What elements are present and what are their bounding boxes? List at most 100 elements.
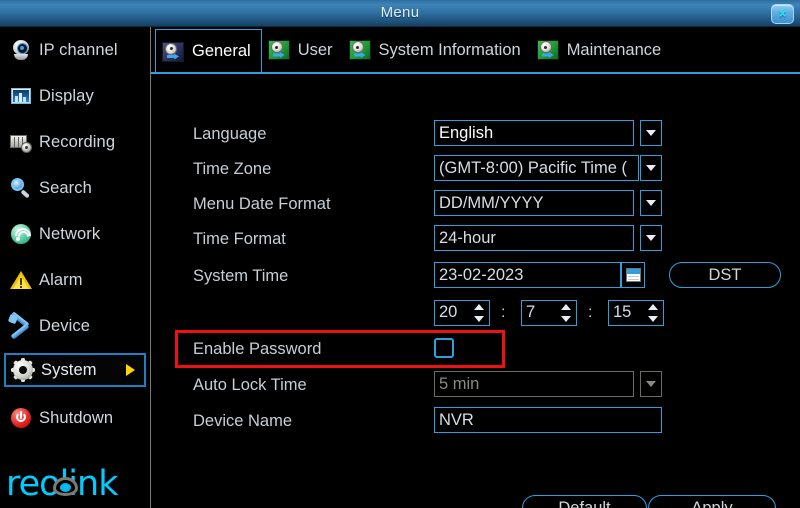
time-separator-1: : bbox=[501, 304, 506, 321]
time-zone-select[interactable]: (GMT-8:00) Pacific Time ( bbox=[434, 155, 639, 181]
tab-system-information[interactable]: System Information bbox=[343, 29, 531, 71]
second-decrement-icon[interactable] bbox=[648, 316, 658, 322]
sidebar-item-shutdown[interactable]: Shutdown bbox=[4, 401, 146, 435]
second-value: 15 bbox=[613, 303, 632, 321]
gear-icon bbox=[11, 358, 35, 382]
minute-stepper[interactable]: 7 bbox=[521, 300, 577, 326]
magnifier-icon bbox=[10, 177, 32, 199]
device-name-label: Device Name bbox=[193, 412, 293, 430]
row-device-name: Device Name NVR bbox=[151, 407, 800, 435]
sidebar-item-alarm[interactable]: Alarm bbox=[4, 263, 146, 297]
minute-value: 7 bbox=[526, 303, 536, 321]
gear-arrow-icon bbox=[348, 40, 371, 60]
sidebar-item-system[interactable]: System bbox=[4, 353, 146, 387]
auto-lock-time-select[interactable]: 5 min bbox=[434, 371, 634, 397]
default-button[interactable]: Default bbox=[522, 495, 647, 508]
tab-maintenance[interactable]: Maintenance bbox=[531, 29, 671, 71]
row-menu-date-format: Menu Date Format DD/MM/YYYY bbox=[151, 190, 800, 218]
power-icon bbox=[10, 407, 32, 429]
sidebar: IP channel Display Recording Search Netw bbox=[0, 27, 150, 508]
nvr-menu-window: Menu × IP channel Display Recording Sear… bbox=[0, 0, 800, 508]
ip-camera-icon bbox=[10, 39, 32, 61]
tab-label: Maintenance bbox=[566, 40, 662, 59]
menu-date-format-select[interactable]: DD/MM/YYYY bbox=[434, 190, 634, 216]
sidebar-item-display[interactable]: Display bbox=[4, 79, 146, 113]
camera-lens-icon bbox=[53, 477, 78, 496]
second-stepper[interactable]: 15 bbox=[608, 300, 664, 326]
sidebar-item-recording[interactable]: Recording bbox=[4, 125, 146, 159]
device-name-input[interactable]: NVR bbox=[434, 407, 662, 433]
general-settings-form: Language English Time Zone (GMT-8:00) Pa… bbox=[151, 75, 800, 508]
reolink-logo: reolink bbox=[6, 464, 146, 504]
sidebar-item-label: Alarm bbox=[39, 270, 83, 289]
gear-arrow-icon bbox=[536, 40, 559, 60]
auto-lock-time-dropdown-arrow[interactable] bbox=[640, 371, 662, 397]
hour-decrement-icon[interactable] bbox=[474, 316, 484, 322]
time-zone-dropdown-arrow[interactable] bbox=[640, 155, 662, 181]
content-panel: General User System Information Maintena… bbox=[151, 27, 800, 508]
menu-date-format-dropdown-arrow[interactable] bbox=[640, 190, 662, 216]
title-bar: Menu × bbox=[0, 0, 800, 27]
close-icon: × bbox=[778, 6, 787, 21]
hour-increment-icon[interactable] bbox=[474, 304, 484, 310]
menu-date-format-label: Menu Date Format bbox=[193, 195, 331, 213]
minute-decrement-icon[interactable] bbox=[561, 316, 571, 322]
time-format-dropdown-arrow[interactable] bbox=[640, 225, 662, 251]
sidebar-item-label: IP channel bbox=[39, 40, 118, 59]
row-enable-password: Enable Password bbox=[151, 335, 800, 363]
tab-general[interactable]: General bbox=[155, 29, 262, 73]
row-system-time: System Time 23-02-2023 DST bbox=[151, 262, 800, 290]
time-format-select[interactable]: 24-hour bbox=[434, 225, 634, 251]
sidebar-item-label: Network bbox=[39, 224, 101, 243]
language-label: Language bbox=[193, 125, 267, 143]
sidebar-item-network[interactable]: Network bbox=[4, 217, 146, 251]
hour-stepper[interactable]: 20 bbox=[434, 300, 490, 326]
tab-label: General bbox=[192, 42, 251, 60]
hour-value: 20 bbox=[439, 303, 458, 321]
sidebar-item-label: Shutdown bbox=[39, 408, 114, 427]
gear-arrow-icon bbox=[267, 40, 290, 60]
sidebar-item-label: Search bbox=[39, 178, 92, 197]
wrench-screwdriver-icon bbox=[7, 311, 32, 340]
system-time-input[interactable]: 23-02-2023 bbox=[434, 262, 621, 288]
time-separator-2: : bbox=[588, 304, 593, 321]
tab-user[interactable]: User bbox=[262, 29, 343, 71]
wifi-signal-icon bbox=[10, 223, 35, 248]
language-dropdown-arrow[interactable] bbox=[640, 120, 662, 146]
tab-bar: General User System Information Maintena… bbox=[155, 29, 671, 73]
sidebar-item-label: System bbox=[41, 360, 97, 379]
row-language: Language English bbox=[151, 120, 800, 148]
calendar-icon[interactable] bbox=[621, 262, 645, 288]
sidebar-item-label: Device bbox=[39, 316, 91, 335]
enable-password-label: Enable Password bbox=[193, 340, 322, 358]
row-time-spinners: 20 : 7 : 15 bbox=[151, 300, 800, 328]
second-increment-icon[interactable] bbox=[648, 304, 658, 310]
minute-increment-icon[interactable] bbox=[561, 304, 571, 310]
tab-label: User bbox=[297, 40, 333, 59]
recording-tape-icon bbox=[10, 131, 32, 153]
time-format-label: Time Format bbox=[193, 230, 286, 248]
row-time-format: Time Format 24-hour bbox=[151, 225, 800, 253]
sidebar-item-label: Display bbox=[39, 86, 94, 105]
tab-underline bbox=[151, 72, 800, 74]
dst-button[interactable]: DST bbox=[669, 262, 781, 288]
enable-password-checkbox[interactable] bbox=[434, 338, 454, 358]
system-time-label: System Time bbox=[193, 267, 289, 285]
sidebar-item-device[interactable]: Device bbox=[4, 309, 146, 343]
apply-button[interactable]: Apply bbox=[648, 495, 776, 508]
gear-arrow-icon bbox=[162, 41, 184, 62]
sidebar-item-search[interactable]: Search bbox=[4, 171, 146, 205]
auto-lock-time-label: Auto Lock Time bbox=[193, 376, 307, 394]
sidebar-item-ip-channel[interactable]: IP channel bbox=[4, 33, 146, 67]
monitor-icon bbox=[10, 85, 32, 107]
close-button[interactable]: × bbox=[771, 4, 794, 24]
tab-label: System Information bbox=[378, 40, 521, 59]
warning-triangle-icon bbox=[10, 269, 32, 291]
chevron-right-icon bbox=[126, 364, 135, 376]
row-time-zone: Time Zone (GMT-8:00) Pacific Time ( bbox=[151, 155, 800, 183]
window-title: Menu bbox=[380, 4, 420, 21]
language-select[interactable]: English bbox=[434, 120, 634, 146]
form-actions: Default Apply bbox=[151, 495, 800, 508]
sidebar-item-label: Recording bbox=[39, 132, 116, 151]
time-zone-label: Time Zone bbox=[193, 160, 272, 178]
